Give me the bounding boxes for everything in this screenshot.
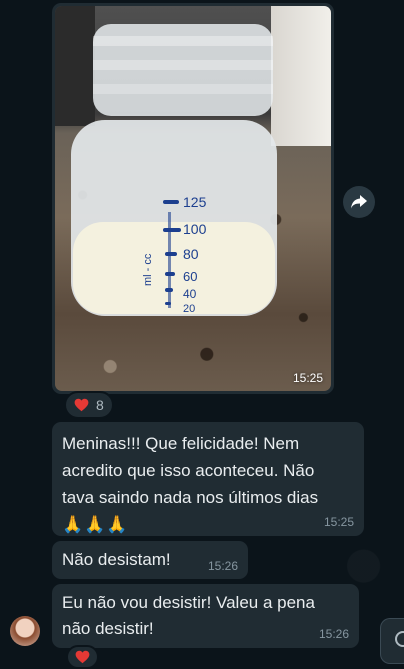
message-reaction[interactable] [66,645,99,669]
bottle-mark-80: 80 [183,246,199,262]
message-line: não desistir! [62,619,154,638]
bottle-mark-100: 100 [183,221,207,237]
heart-icon [74,398,89,412]
message-time: 15:26 [207,559,238,573]
message-line: Eu não vou desistir! Valeu a pena [62,593,315,612]
baby-bottle-graphic: 125 100 80 60 40 20 ml - cc [71,24,277,316]
avatar[interactable] [10,616,40,646]
message-text: Não desistam! [62,550,171,569]
message-line: acredito que isso aconteceu. Não [62,461,315,480]
bottle-mark-60: 60 [183,269,197,284]
bottle-mark-125: 125 [183,194,207,210]
milk-bottle-photo[interactable]: 125 100 80 60 40 20 ml - cc 15:25 [55,6,331,391]
forward-arrow-icon [351,195,367,209]
message-line: Meninas!!! Que felicidade! Nem [62,434,300,453]
bottle-mark-40: 40 [183,287,197,301]
photo-background-light [271,6,331,146]
circle-icon [395,631,404,647]
image-message-bubble[interactable]: 125 100 80 60 40 20 ml - cc 15:25 [52,3,334,394]
reaction-count: 8 [96,397,104,413]
image-message-time: 15:25 [292,371,323,385]
bottle-unit-label: ml - cc [142,253,154,286]
message-line: tava saindo nada nos últimos dias [62,488,319,507]
scroll-down-button[interactable] [380,618,404,664]
heart-icon [75,650,90,664]
message-bubble[interactable]: Meninas!!! Que felicidade! Nem acredito … [52,422,364,536]
praying-hands-emoji: 🙏🙏🙏 [62,515,129,534]
bottle-mark-20: 20 [183,303,195,315]
message-text: Meninas!!! Que felicidade! Nem acredito … [62,430,354,538]
forward-button[interactable] [343,186,375,218]
message-bubble[interactable]: Eu não vou desistir! Valeu a pena não de… [52,584,359,648]
message-text: Eu não vou desistir! Valeu a pena não de… [62,590,349,642]
message-time: 15:25 [323,515,354,529]
message-time: 15:26 [318,627,349,641]
image-message-reaction[interactable]: 8 [64,391,114,419]
message-bubble[interactable]: Não desistam! 15:26 [52,541,248,579]
